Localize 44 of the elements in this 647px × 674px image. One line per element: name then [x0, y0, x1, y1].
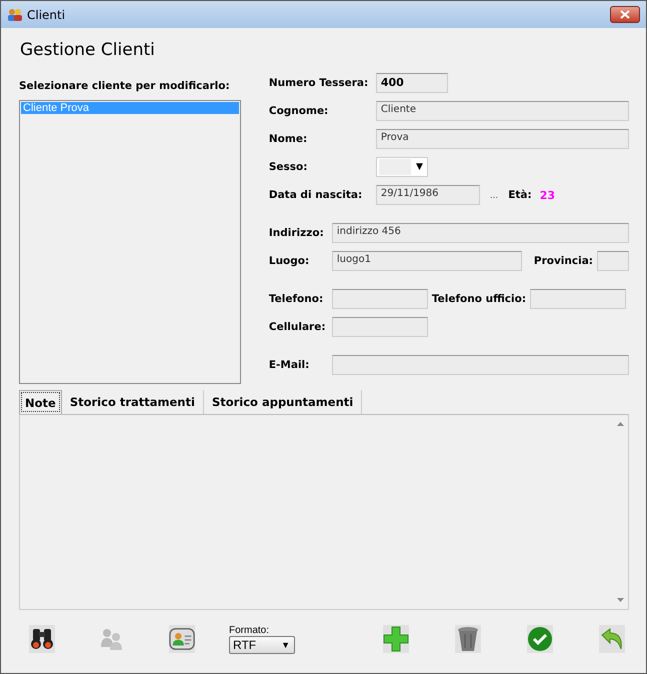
- undo-button[interactable]: [599, 625, 625, 653]
- format-dropdown[interactable]: RTF ▼: [229, 636, 295, 654]
- tab[interactable]: Note: [19, 390, 62, 414]
- field-label: Sesso:: [268, 161, 308, 173]
- input-field[interactable]: indirizzo 456: [332, 223, 629, 243]
- field-label: Indirizzo:: [268, 227, 325, 239]
- confirm-button[interactable]: [527, 625, 553, 653]
- date-field[interactable]: 29/11/1986: [376, 185, 480, 205]
- form-heading: Gestione Clienti: [20, 40, 156, 60]
- field-label: E-Mail:: [268, 359, 310, 371]
- field-label: Cognome:: [268, 105, 330, 117]
- input-field[interactable]: Prova: [376, 129, 629, 149]
- field-label: Telefono ufficio:: [432, 293, 526, 305]
- field-label: Nome:: [268, 133, 308, 145]
- age-value: 23: [540, 188, 556, 202]
- field-label: Numero Tessera:: [268, 77, 370, 89]
- list-label: Selezionare cliente per modificarlo:: [19, 80, 231, 92]
- scroll-down-icon: [616, 598, 624, 602]
- format-label: Formato:: [229, 624, 270, 636]
- date-picker-button[interactable]: ...: [490, 190, 498, 200]
- input-field[interactable]: [597, 251, 629, 271]
- input-field[interactable]: [530, 289, 626, 309]
- scroll-up-icon: [616, 422, 624, 426]
- field-label: Età:: [508, 189, 532, 201]
- dropdown[interactable]: ▼: [376, 157, 428, 177]
- field-label: Cellulare:: [268, 321, 327, 333]
- add-button[interactable]: [383, 625, 409, 653]
- input-field[interactable]: 400: [376, 73, 448, 93]
- field-label: Telefono:: [268, 293, 324, 305]
- input-field[interactable]: Cliente: [376, 101, 629, 121]
- window-title: Clienti: [27, 8, 66, 22]
- close-button[interactable]: [610, 6, 640, 23]
- input-field[interactable]: luogo1: [332, 251, 522, 271]
- input-field[interactable]: [332, 317, 428, 337]
- field-label: Data di nascita:: [268, 189, 364, 201]
- input-field[interactable]: [332, 355, 629, 375]
- contact-card-button[interactable]: [169, 625, 195, 653]
- field-label: Luogo:: [268, 255, 310, 267]
- field-label: Provincia:: [534, 255, 593, 267]
- binoculars-button[interactable]: [29, 625, 55, 653]
- close-icon: [620, 10, 630, 19]
- delete-button[interactable]: [455, 625, 481, 653]
- people-icon: [7, 8, 23, 22]
- input-field[interactable]: [332, 289, 428, 309]
